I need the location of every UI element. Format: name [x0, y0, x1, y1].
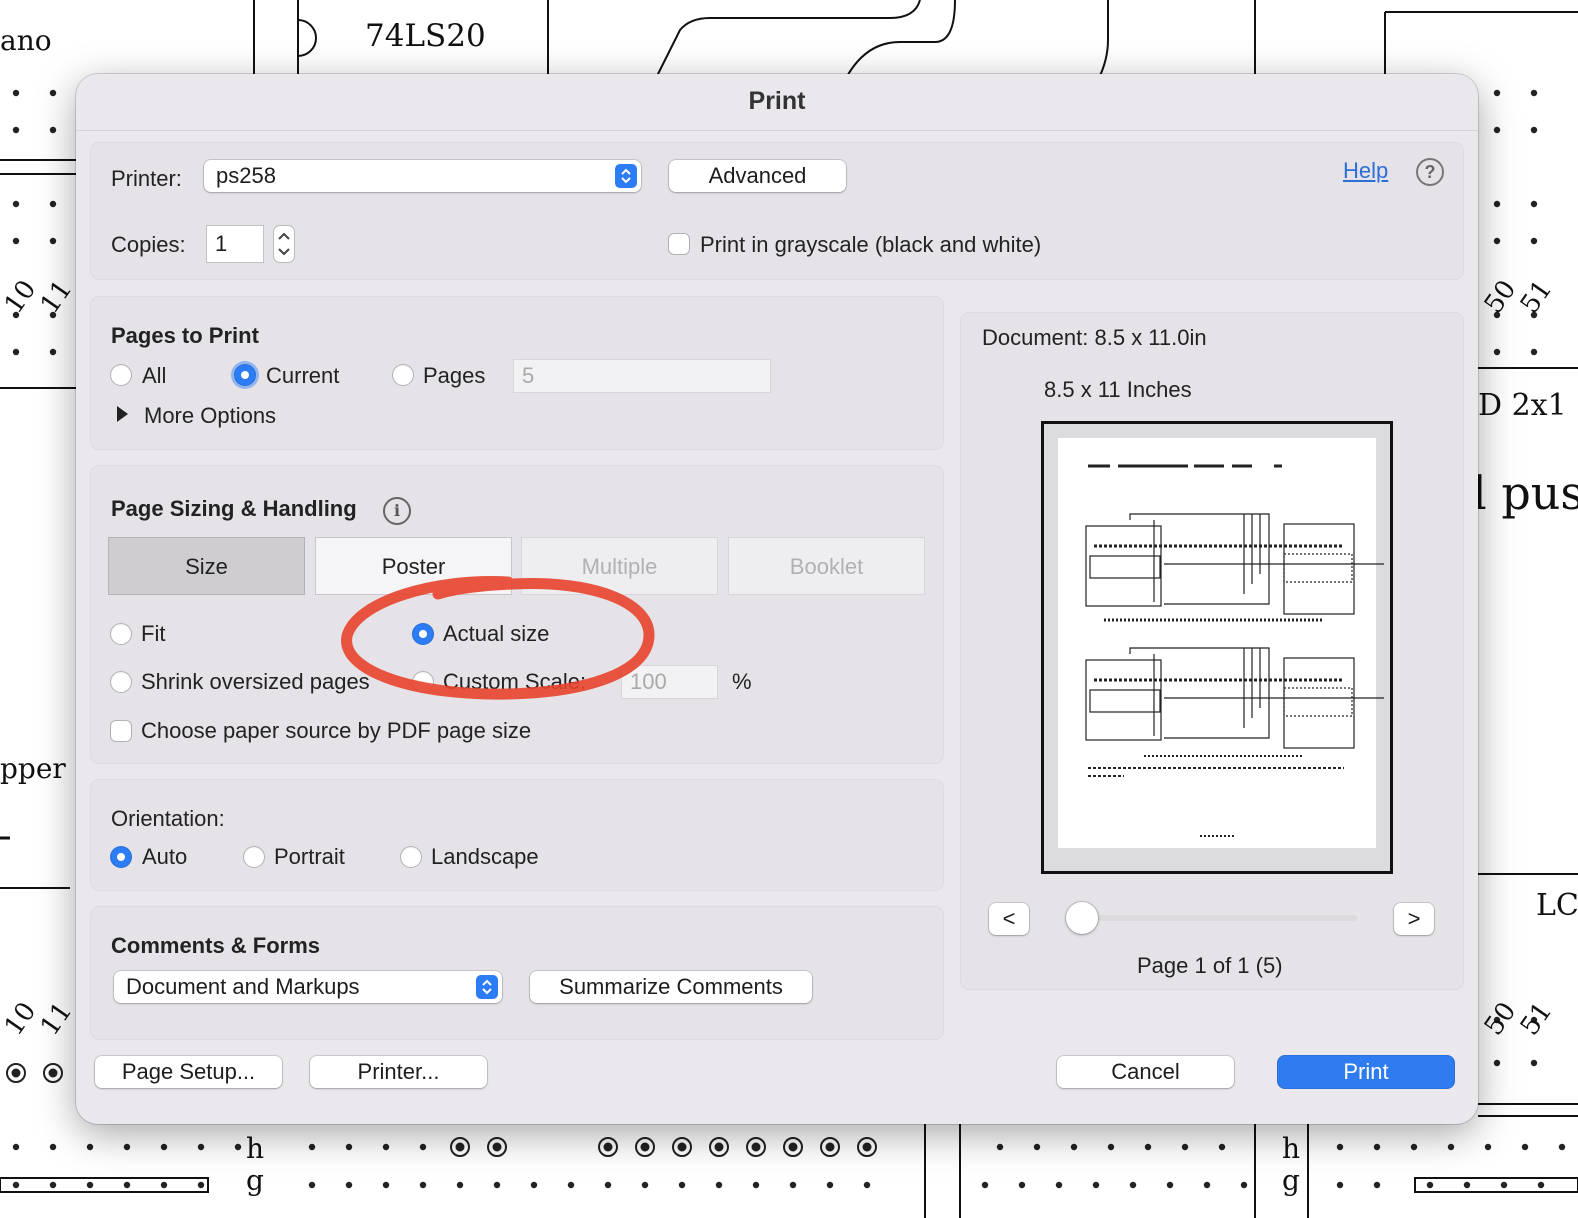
tab-booklet[interactable]: Booklet	[728, 537, 925, 595]
annotation-circle	[341, 576, 655, 700]
chevron-updown-icon	[476, 975, 498, 999]
radio-pages[interactable]	[393, 365, 413, 385]
paper-size-label: 8.5 x 11 Inches	[1044, 377, 1192, 402]
radio-fit-label: Fit	[141, 621, 166, 646]
radio-auto[interactable]	[111, 847, 131, 867]
row-label: g	[1282, 1164, 1300, 1197]
more-options-label[interactable]: More Options	[144, 403, 276, 429]
comments-forms-header: Comments & Forms	[111, 933, 321, 958]
paper-source-label: Choose paper source by PDF page size	[141, 718, 532, 743]
pages-to-print-header: Pages to Print	[111, 323, 259, 348]
radio-portrait-label: Portrait	[274, 844, 345, 869]
print-dialog: Print Printer: ps258 Advanced Help ? Cop…	[76, 74, 1478, 1124]
radio-landscape[interactable]	[401, 847, 421, 867]
radio-pages-label: Pages	[423, 363, 486, 388]
print-button[interactable]: Print	[1278, 1056, 1454, 1088]
page-slider-knob[interactable]	[1066, 902, 1098, 934]
percent-sign: %	[732, 669, 752, 694]
page-sizing-header: Page Sizing & Handling	[111, 496, 357, 521]
copies-label: Copies:	[111, 232, 186, 257]
document-size-label: Document: 8.5 x 11.0in	[982, 325, 1207, 350]
radio-landscape-label: Landscape	[431, 844, 539, 869]
disclosure-triangle-icon[interactable]	[117, 406, 128, 422]
paper-source-checkbox[interactable]	[111, 721, 131, 741]
grayscale-label: Print in grayscale (black and white)	[700, 232, 1042, 257]
page-status: Page 1 of 1 (5)	[1137, 953, 1283, 978]
printer-label: Printer:	[111, 166, 182, 191]
orientation-group	[90, 779, 944, 891]
info-icon[interactable]: i	[383, 497, 411, 525]
chevron-updown-icon	[615, 164, 637, 188]
copies-input[interactable]: 1	[207, 226, 263, 262]
tab-size[interactable]: Size	[108, 537, 305, 595]
printer-value: ps258	[216, 163, 276, 188]
row-label: h	[246, 1132, 265, 1165]
bg-fragment-lc: LC	[1536, 888, 1578, 923]
radio-portrait[interactable]	[244, 847, 264, 867]
page-setup-button[interactable]: Page Setup...	[95, 1056, 282, 1088]
help-link[interactable]: Help	[1343, 158, 1388, 184]
copies-stepper[interactable]	[274, 226, 294, 262]
comments-forms-value: Document and Markups	[126, 974, 360, 999]
bg-fragment-d2x1: D 2x1	[1478, 388, 1567, 423]
comments-forms-select[interactable]: Document and Markups	[114, 971, 502, 1003]
grayscale-checkbox[interactable]	[669, 234, 689, 254]
summarize-comments-button[interactable]: Summarize Comments	[530, 971, 812, 1003]
preview-thumbnail	[1058, 438, 1384, 848]
printer-button[interactable]: Printer...	[310, 1056, 487, 1088]
bg-fragment-pper: pper	[0, 752, 66, 785]
radio-current-label: Current	[266, 363, 340, 388]
page-preview	[1041, 421, 1393, 874]
stepper-arrows-icon	[278, 232, 290, 256]
help-icon[interactable]: ?	[1416, 158, 1444, 186]
row-label: h	[1282, 1132, 1301, 1165]
radio-fit[interactable]	[111, 624, 131, 644]
prev-page-button[interactable]: <	[989, 903, 1029, 935]
radio-auto-label: Auto	[142, 844, 188, 869]
chip-label: 74LS20	[365, 18, 486, 54]
row-label: g	[246, 1164, 264, 1197]
cancel-button[interactable]: Cancel	[1057, 1056, 1234, 1088]
bg-fragment-ano: ano	[0, 24, 52, 57]
page-slider-track[interactable]	[1081, 915, 1357, 921]
radio-shrink[interactable]	[111, 672, 131, 692]
radio-shrink-label: Shrink oversized pages	[141, 669, 370, 694]
printer-select[interactable]: ps258	[204, 160, 641, 192]
advanced-button[interactable]: Advanced	[669, 160, 846, 192]
dialog-title: Print	[76, 74, 1478, 131]
radio-all-label: All	[142, 363, 167, 388]
next-page-button[interactable]: >	[1394, 903, 1434, 935]
bg-fragment-pus: l pus	[1472, 466, 1578, 520]
radio-all[interactable]	[111, 365, 131, 385]
orientation-label: Orientation:	[111, 806, 225, 831]
pages-range-input[interactable]: 5	[514, 360, 770, 392]
radio-current[interactable]	[235, 365, 255, 385]
